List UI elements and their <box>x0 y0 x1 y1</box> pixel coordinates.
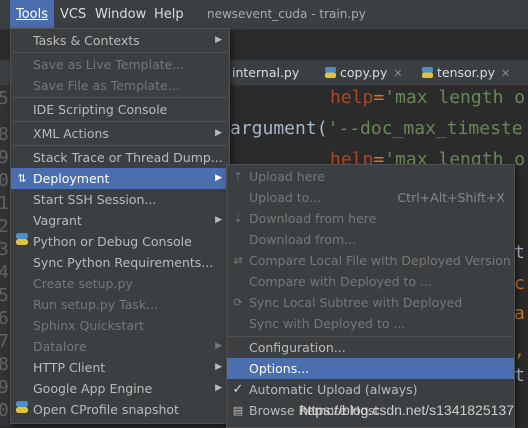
line-number: 5 <box>0 285 9 306</box>
menu-item-vagrant[interactable]: Vagrant ▶ <box>11 210 229 231</box>
close-icon[interactable]: ✕ <box>393 67 402 80</box>
tab-tensor-py[interactable]: tensor.py ✕ <box>422 60 510 85</box>
code-fragment: a <box>514 303 525 324</box>
line-number: 3 <box>0 239 9 260</box>
compare-icon: ⇄ <box>233 254 243 267</box>
menu-window[interactable]: Window <box>89 0 152 29</box>
tab-label: internal.py <box>232 65 300 80</box>
line-number: 5 <box>0 88 9 109</box>
menu-item-datalore[interactable]: Datalore ▶ <box>11 336 229 357</box>
menu-separator <box>12 145 228 146</box>
menu-item-compare-local-file[interactable]: ⇄ Compare Local File with Deployed Versio… <box>227 250 514 271</box>
submenu-arrow-icon: ▶ <box>215 383 222 393</box>
deployment-submenu: ⇡ Upload here Upload to... Ctrl+Alt+Shift+… <box>226 164 515 428</box>
window-title: newsevent_cuda - train.py <box>207 7 366 21</box>
menu-item-download-from[interactable]: Download from... <box>227 229 514 250</box>
menu-separator <box>12 52 228 53</box>
tab-internal-py[interactable]: internal.py <box>232 60 299 85</box>
menu-item-python-debug-console[interactable]: Python or Debug Console <box>11 231 229 252</box>
menu-separator <box>12 97 228 98</box>
menu-item-download-from-here[interactable]: ⇣ Download from here <box>227 208 514 229</box>
menu-item-save-live-template[interactable]: Save as Live Template... <box>11 54 229 75</box>
menu-separator <box>12 121 228 122</box>
submenu-arrow-icon: ▶ <box>215 362 222 372</box>
code-line: help='max length o <box>330 87 526 108</box>
line-number: 8 <box>0 124 9 145</box>
menu-item-run-setup-py-task[interactable]: Run setup.py Task... <box>11 294 229 315</box>
submenu-arrow-icon: ▶ <box>215 173 222 183</box>
code-fragment: , <box>514 340 525 361</box>
menu-bar: Tools VCS Window Help newsevent_cuda - t… <box>0 0 528 30</box>
watermark: https://blog.csdn.net/s1341825137 <box>299 402 514 418</box>
line-number: 7 <box>0 331 9 352</box>
menu-item-upload-here[interactable]: ⇡ Upload here <box>227 166 514 187</box>
code-line: argument('--doc_max_timeste <box>230 118 523 139</box>
code-fragment: t <box>514 365 525 386</box>
submenu-arrow-icon: ▶ <box>215 128 222 138</box>
line-number: 1 <box>0 193 9 214</box>
menu-item-compare-with-deployed[interactable]: Compare with Deployed to ... <box>227 271 514 292</box>
menu-item-sync-local-subtree[interactable]: ⟳ Sync Local Subtree with Deployed <box>227 292 514 313</box>
close-icon[interactable]: ✕ <box>501 67 510 80</box>
menu-item-sphinx-quickstart[interactable]: Sphinx Quickstart <box>11 315 229 336</box>
menu-item-automatic-upload[interactable]: ✓ Automatic Upload (always) <box>227 379 514 400</box>
line-number: 6 <box>0 308 9 329</box>
shortcut-label: Ctrl+Alt+Shift+X <box>397 190 505 205</box>
line-number: 4 <box>0 262 9 283</box>
submenu-arrow-icon: ▶ <box>215 215 222 225</box>
menu-item-http-client[interactable]: HTTP Client ▶ <box>11 357 229 378</box>
menu-item-tasks-contexts[interactable]: Tasks & Contexts ▶ <box>11 30 229 51</box>
line-number: 0 <box>0 170 9 191</box>
code-fragment: t <box>514 242 525 263</box>
python-file-icon <box>422 67 433 78</box>
python-file-icon <box>325 67 336 78</box>
python-icon <box>15 231 29 252</box>
line-number: 9 <box>0 377 9 398</box>
tab-label: copy.py <box>340 65 388 80</box>
menu-item-xml-actions[interactable]: XML Actions ▶ <box>11 123 229 144</box>
menu-help[interactable]: Help <box>148 0 190 29</box>
line-number: 0 <box>0 400 9 421</box>
menu-tools[interactable]: Tools <box>10 0 55 29</box>
menu-vcs[interactable]: VCS <box>54 0 92 29</box>
menu-item-open-cprofile-snapshot[interactable]: Open CProfile snapshot <box>11 399 229 420</box>
tools-menu: Tasks & Contexts ▶ Save as Live Template.… <box>10 28 230 424</box>
menu-item-options[interactable]: Options... <box>227 358 514 379</box>
upload-icon: ⇡ <box>233 170 243 183</box>
remote-host-icon: ▤ <box>232 404 244 417</box>
checkmark-icon: ✓ <box>232 382 244 397</box>
menu-item-start-ssh-session[interactable]: Start SSH Session... <box>11 189 229 210</box>
submenu-arrow-icon: ▶ <box>215 341 222 351</box>
tab-copy-py[interactable]: copy.py ✕ <box>325 60 403 85</box>
menu-item-create-setup-py[interactable]: Create setup.py <box>11 273 229 294</box>
menu-tools-label: Tools <box>16 7 49 22</box>
download-icon: ⇣ <box>233 212 243 225</box>
menu-item-stack-trace[interactable]: Stack Trace or Thread Dump... <box>11 147 229 168</box>
menu-item-ide-scripting-console[interactable]: IDE Scripting Console <box>11 99 229 120</box>
python-icon <box>15 399 29 420</box>
deployment-icon: ⇅ <box>17 172 27 185</box>
submenu-arrow-icon: ▶ <box>215 35 222 45</box>
menu-item-configuration[interactable]: Configuration... <box>227 337 514 358</box>
menu-item-sync-with-deployed[interactable]: Sync with Deployed to ... <box>227 313 514 334</box>
tab-label: tensor.py <box>437 65 495 80</box>
menu-item-google-app-engine[interactable]: Google App Engine ▶ <box>11 378 229 399</box>
line-number: 8 <box>0 354 9 375</box>
line-number: 9 <box>0 147 9 168</box>
menu-item-upload-to[interactable]: Upload to... Ctrl+Alt+Shift+X <box>227 187 514 208</box>
menu-item-sync-python-requirements[interactable]: Sync Python Requirements... <box>11 252 229 273</box>
code-fragment: c <box>514 273 525 294</box>
sync-icon: ⟳ <box>233 296 243 309</box>
menu-item-deployment[interactable]: ⇅ Deployment ▶ <box>11 168 229 189</box>
menu-item-save-file-template[interactable]: Save File as Template... <box>11 75 229 96</box>
line-number: 2 <box>0 216 9 237</box>
